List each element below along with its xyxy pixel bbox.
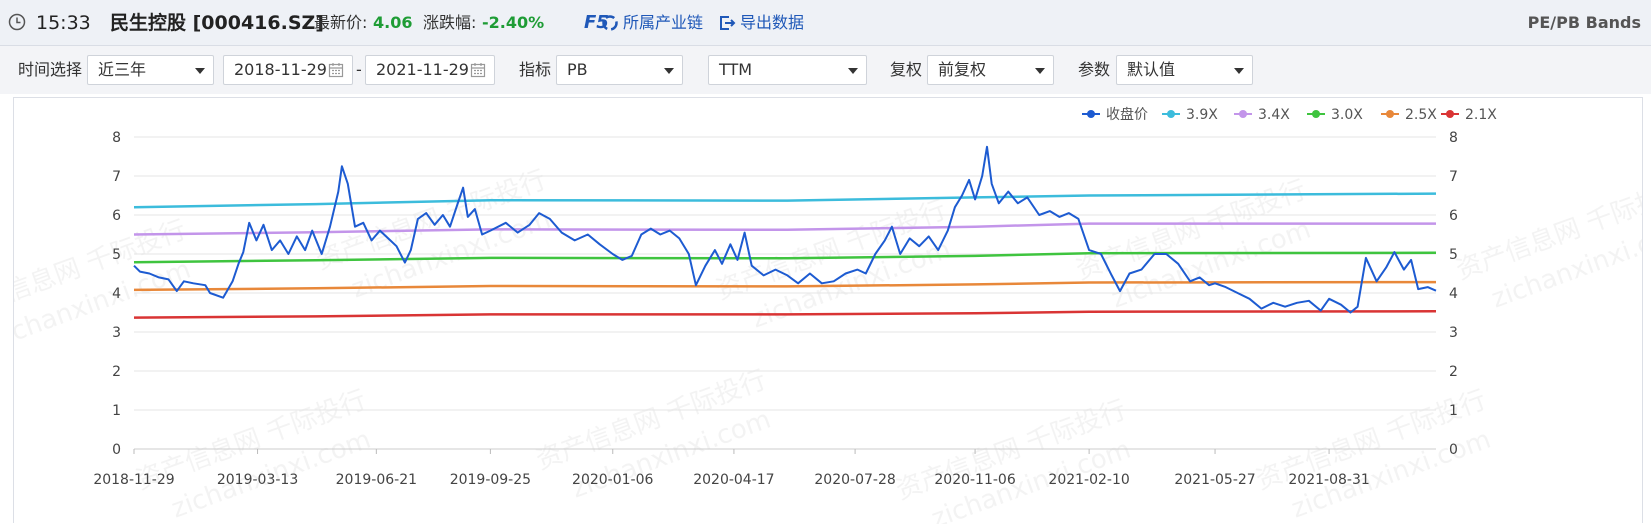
industry-chain-link[interactable]: 所属产业链 xyxy=(623,0,703,46)
x-tick-label: 2019-09-25 xyxy=(450,472,531,488)
x-tick-label: 2020-01-06 xyxy=(572,472,653,488)
time-range-value: 近三年 xyxy=(98,60,147,79)
page-title: PE/PB Bands xyxy=(1527,13,1641,32)
chevron-down-icon xyxy=(1035,68,1045,74)
filter-toolbar: 时间选择 近三年 2018-11-29 - 2021-11-29 指标 PB T… xyxy=(0,46,1651,94)
chart-legend[interactable]: 收盘价 3.9X 3.4X 3.0X 2.5X 2.1X xyxy=(1082,106,1497,123)
x-tick-label: 2019-06-21 xyxy=(336,472,417,488)
y-tick-label-left: 8 xyxy=(112,130,121,146)
chevron-down-icon xyxy=(848,68,858,74)
indicator-label: 指标 xyxy=(519,60,552,79)
calendar-icon xyxy=(470,63,486,78)
legend-item-label[interactable]: 收盘价 xyxy=(1106,106,1148,123)
y-tick-label-right: 8 xyxy=(1449,130,1458,146)
y-tick-label-left: 4 xyxy=(112,286,121,302)
pb-band-chart: 资产信息网 千际投行zichanxinxi.com资产信息网 千际投行zicha… xyxy=(14,106,1642,524)
watermark: 资产信息网 千际投行zichanxinxi.com资产信息网 千际投行zicha… xyxy=(14,165,1642,524)
legend-marker-dot xyxy=(1087,110,1095,118)
chart-panel: 资产信息网 千际投行 zichanxinxi.com 资产信息网 千际投行 zicha… xyxy=(13,97,1643,524)
chevron-down-icon xyxy=(664,68,674,74)
start-date-input[interactable]: 2018-11-29 xyxy=(223,55,353,85)
ttm-value: TTM xyxy=(719,60,753,79)
y-tick-label-right: 4 xyxy=(1449,286,1458,302)
adjustment-label: 复权 xyxy=(890,60,923,79)
end-date-value: 2021-11-29 xyxy=(376,60,469,79)
legend-item-label[interactable]: 2.1X xyxy=(1465,107,1497,123)
legend-item-label[interactable]: 3.9X xyxy=(1186,107,1218,123)
legend-marker-dot xyxy=(1239,110,1247,118)
price-value: 4.06 xyxy=(373,13,413,32)
legend-item-label[interactable]: 2.5X xyxy=(1405,107,1437,123)
y-tick-label-right: 6 xyxy=(1449,208,1458,224)
y-tick-label-left: 5 xyxy=(112,247,121,263)
y-tick-label-left: 6 xyxy=(112,208,121,224)
y-tick-label-left: 7 xyxy=(112,169,121,185)
ttm-select[interactable]: TTM xyxy=(708,55,867,85)
adjustment-select[interactable]: 前复权 xyxy=(927,55,1054,85)
end-date-input[interactable]: 2021-11-29 xyxy=(365,55,495,85)
start-date-value: 2018-11-29 xyxy=(234,60,327,79)
y-tick-label-right: 0 xyxy=(1449,442,1458,458)
legend-marker-dot xyxy=(1386,110,1394,118)
change-label: 涨跌幅: xyxy=(423,13,477,32)
export-data-link[interactable]: 导出数据 xyxy=(740,0,804,46)
chevron-down-icon xyxy=(1234,68,1244,74)
y-tick-label-left: 3 xyxy=(112,325,121,341)
legend-marker-dot xyxy=(1167,110,1175,118)
y-tick-label-left: 0 xyxy=(112,442,121,458)
param-select[interactable]: 默认值 xyxy=(1116,55,1253,85)
y-tick-label-right: 1 xyxy=(1449,403,1458,419)
legend-marker-dot xyxy=(1312,110,1320,118)
x-tick-label: 2019-03-13 xyxy=(217,472,298,488)
change-value: -2.40% xyxy=(482,13,545,32)
y-tick-label-right: 7 xyxy=(1449,169,1458,185)
stock-name: 民生控股 [000416.SZ] xyxy=(110,12,324,34)
x-tick-label: 2021-08-31 xyxy=(1288,472,1369,488)
top-bar: 15:33 民生控股 [000416.SZ] 最新价: 4.06 涨跌幅: -2… xyxy=(0,0,1651,46)
legend-item-label[interactable]: 3.4X xyxy=(1258,107,1290,123)
current-time: 15:33 xyxy=(36,12,91,34)
calendar-icon xyxy=(328,63,344,78)
date-separator: - xyxy=(356,60,362,79)
time-range-select[interactable]: 近三年 xyxy=(87,55,214,85)
y-tick-label-right: 5 xyxy=(1449,247,1458,263)
x-tick-label: 2020-07-28 xyxy=(814,472,895,488)
x-tick-label: 2018-11-29 xyxy=(93,472,174,488)
param-value: 默认值 xyxy=(1127,60,1176,79)
adjustment-value: 前复权 xyxy=(938,60,987,79)
y-tick-label-right: 3 xyxy=(1449,325,1458,341)
x-tick-label: 2021-05-27 xyxy=(1174,472,1255,488)
legend-item-label[interactable]: 3.0X xyxy=(1331,107,1363,123)
y-tick-label-left: 1 xyxy=(112,403,121,419)
x-tick-label: 2020-04-17 xyxy=(693,472,774,488)
param-label: 参数 xyxy=(1078,60,1111,79)
export-icon[interactable] xyxy=(718,14,736,32)
indicator-select[interactable]: PB xyxy=(556,55,683,85)
clock-icon xyxy=(8,13,26,31)
y-tick-label-right: 2 xyxy=(1449,364,1458,380)
time-select-label: 时间选择 xyxy=(18,60,83,79)
y-tick-label-left: 2 xyxy=(112,364,121,380)
industry-chain-icon[interactable] xyxy=(601,14,619,32)
legend-marker-dot xyxy=(1446,110,1454,118)
x-tick-label: 2020-11-06 xyxy=(934,472,1015,488)
indicator-value: PB xyxy=(567,60,588,79)
chevron-down-icon xyxy=(195,68,205,74)
price-label: 最新价: xyxy=(314,13,368,32)
x-tick-label: 2021-02-10 xyxy=(1048,472,1129,488)
